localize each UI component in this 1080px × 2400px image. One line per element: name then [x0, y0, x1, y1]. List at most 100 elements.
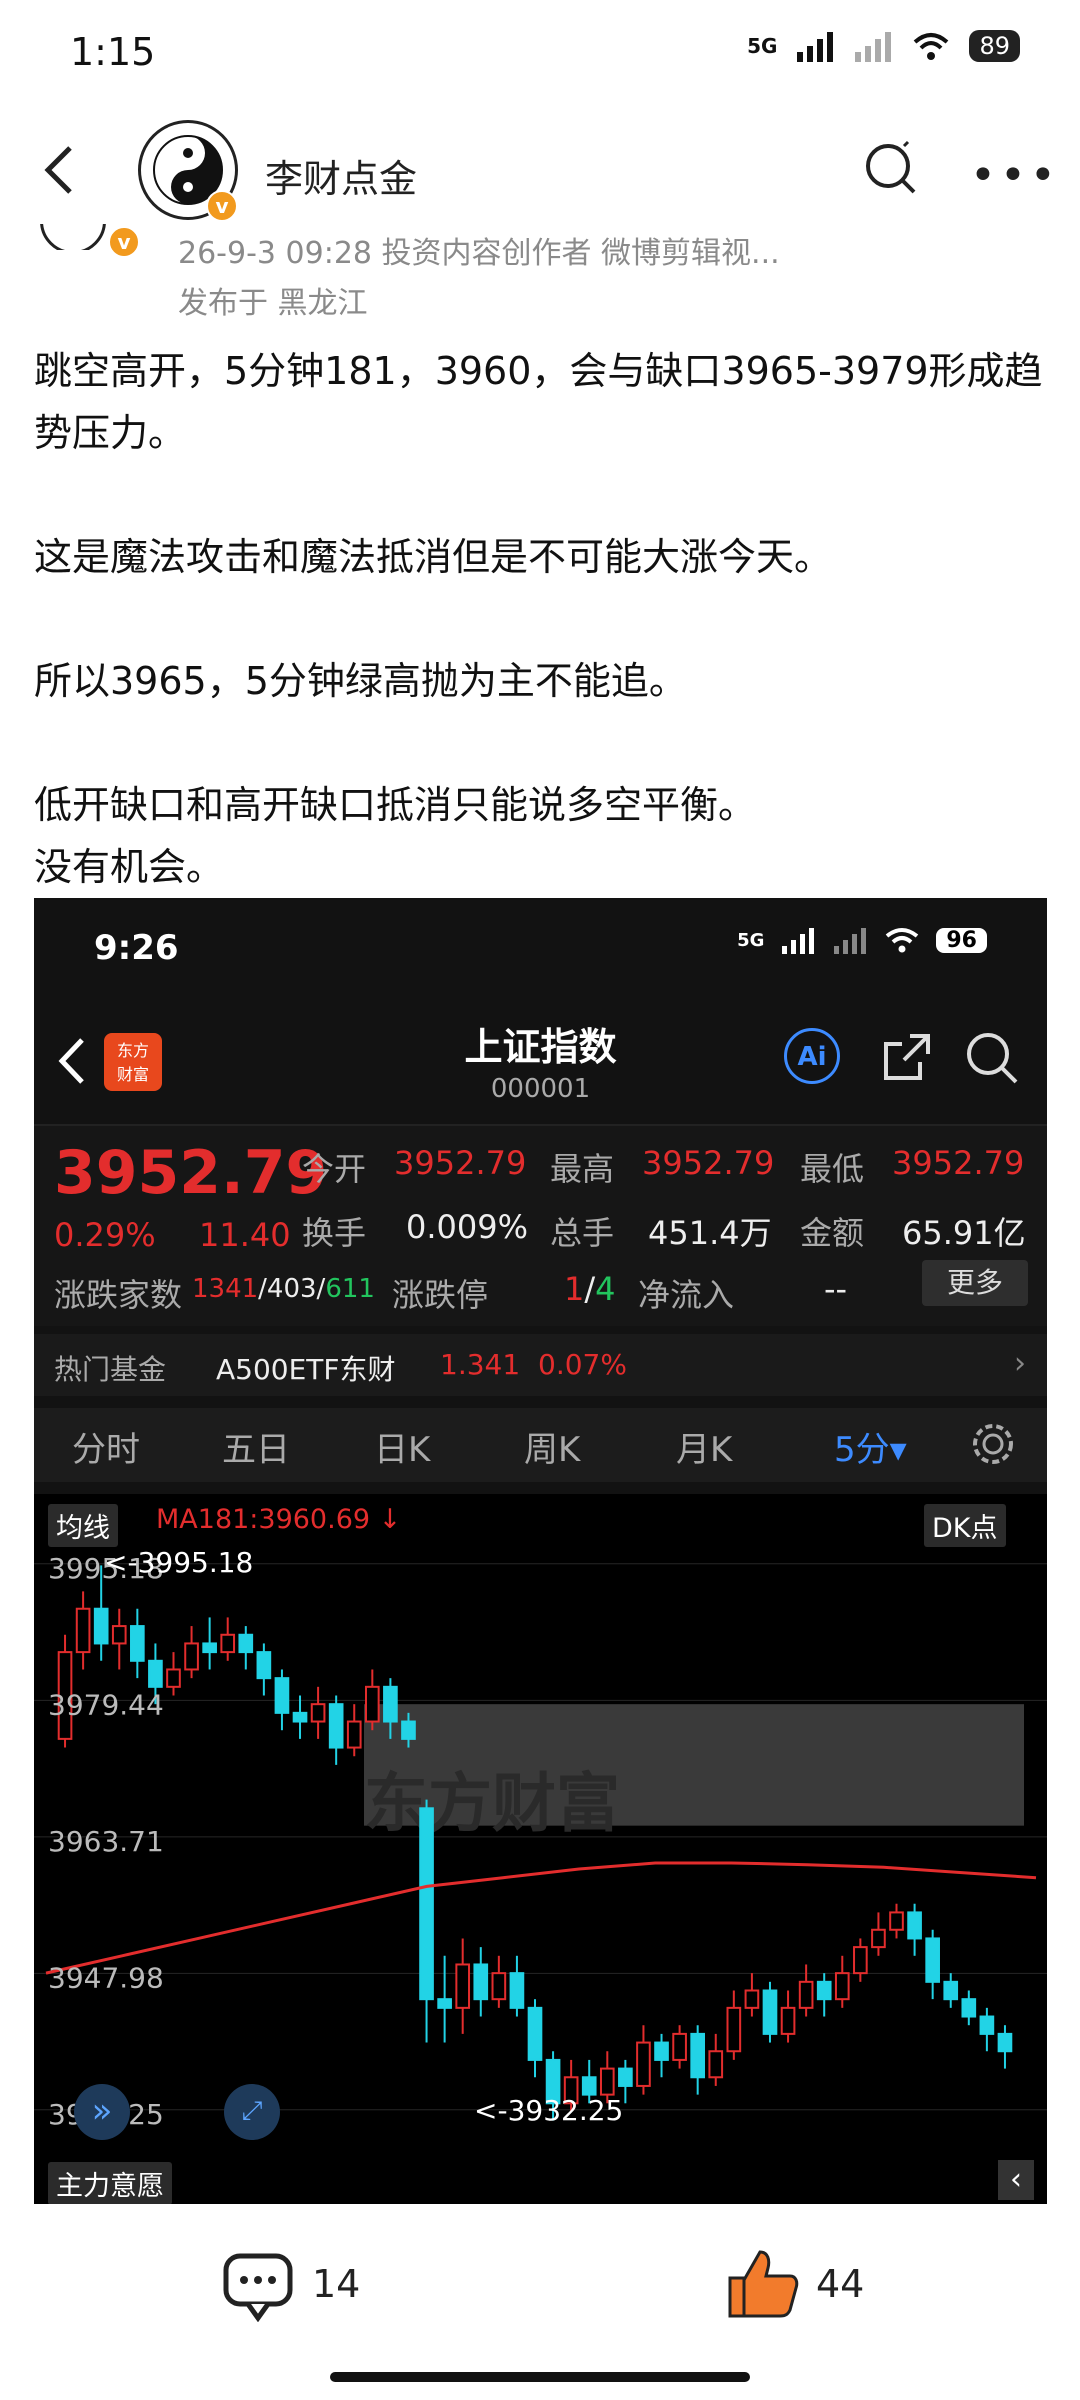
candle-body [726, 2006, 742, 2053]
tab-5min[interactable]: 5分▾ [834, 1422, 907, 1471]
signal-icon-2 [834, 928, 867, 954]
high-label: 最高 [550, 1150, 615, 1188]
verified-badge-icon: v [206, 190, 238, 222]
amount-value: 65.91亿 [902, 1214, 1026, 1252]
fund-name: A500ETF东财 [216, 1353, 396, 1386]
change-amount: 11.40 [199, 1216, 291, 1254]
tab-monthly[interactable]: 月K [676, 1422, 732, 1471]
candle-body [708, 2050, 724, 2079]
open-value: 3952.79 [394, 1144, 527, 1182]
expand-icon[interactable]: » [74, 2084, 130, 2140]
tab-weekly[interactable]: 周K [524, 1422, 580, 1471]
candle-body [346, 1720, 362, 1749]
netflow-value: -- [824, 1270, 848, 1308]
candle-body [184, 1642, 199, 1671]
search-icon[interactable] [862, 138, 922, 198]
candle-body [437, 1998, 452, 2009]
post-paragraph: 所以3965，5分钟绿高抛为主不能追。 [34, 659, 687, 703]
shot-status-time: 9:26 [94, 928, 179, 968]
indicator-select[interactable]: 主力意愿 [48, 2162, 172, 2204]
limit-separator: / [584, 1270, 596, 1308]
candle-body [455, 1963, 471, 2009]
candle-body [889, 1911, 904, 1931]
low-annotation: <-3932.25 [474, 2094, 623, 2127]
shot-status-icons: 5G 96 [737, 926, 987, 954]
shot-search-icon[interactable] [964, 1030, 1020, 1086]
turnover-label: 换手 [302, 1214, 367, 1252]
limit-up: 1 [564, 1270, 585, 1308]
open-label: 今开 [302, 1150, 367, 1188]
collapse-left-icon[interactable]: ‹ [998, 2160, 1034, 2200]
limit-down: 4 [595, 1270, 616, 1308]
thumbs-up-icon[interactable] [724, 2246, 800, 2320]
candle-body [762, 1989, 778, 2035]
settings-gear-icon[interactable] [969, 1420, 1017, 1468]
y-tick-label: 3963.71 [48, 1825, 164, 1858]
fullscreen-icon[interactable]: ⤢ [224, 2084, 280, 2140]
more-button[interactable]: 更多 [922, 1260, 1028, 1306]
ai-icon[interactable]: Ai [784, 1028, 840, 1084]
breadth-flat: /403/ [258, 1274, 326, 1304]
share-icon[interactable] [880, 1030, 934, 1084]
candle-body [853, 1946, 868, 1975]
candle-body [925, 1937, 940, 1983]
candle-body [383, 1685, 398, 1723]
post-paragraph: 低开缺口和高开缺口抵消只能说多空平衡。 [34, 783, 757, 827]
attached-screenshot[interactable]: 9:26 5G 96 东方财富 上证指数 000001 Ai 3952.79 0… [34, 898, 1047, 2204]
verified-badge-icon: v [108, 226, 140, 258]
candle-body [654, 2041, 669, 2061]
volume-value: 451.4万 [648, 1214, 772, 1252]
bottom-action-bar [0, 2204, 1080, 2400]
author-name[interactable]: 李财点金 [265, 148, 417, 203]
breadth-up: 1341 [192, 1274, 259, 1304]
signal-icon-2 [855, 32, 892, 62]
breadth-values: 1341/403/611 [192, 1274, 375, 1304]
candle-body [907, 1911, 922, 1940]
candle-body [202, 1642, 217, 1654]
turnover-value: 0.009% [406, 1208, 529, 1246]
fund-price: 1.341 [440, 1348, 521, 1381]
tab-five-day[interactable]: 五日 [222, 1422, 290, 1471]
breadth-label: 涨跌家数 [54, 1276, 183, 1314]
ma-readout: MA181:3960.69 ↓ [156, 1504, 402, 1535]
candle-body [527, 2006, 543, 2061]
candle-body [961, 1998, 977, 2018]
candle-body [871, 1928, 886, 1949]
meta-avatar [40, 224, 110, 250]
candle-body [75, 1607, 91, 1654]
ma181-line [45, 1861, 1037, 1975]
candle-body [148, 1659, 163, 1688]
like-count: 44 [816, 2262, 865, 2306]
change-percent: 0.29% [54, 1216, 156, 1254]
breadth-down: 611 [325, 1274, 375, 1304]
fund-percent: 0.07% [538, 1348, 627, 1381]
post-paragraph: 这是魔法攻击和魔法抵消但是不可能大涨今天。 [34, 535, 833, 579]
post-meta: 26-9-3 09:28 投资内容创作者 微博剪辑视... [178, 236, 780, 271]
back-arrow-icon[interactable] [32, 140, 92, 200]
candle-body [744, 1989, 760, 2009]
candle-body [364, 1685, 380, 1723]
candle-body [834, 1972, 850, 2001]
signal-icon [782, 928, 815, 954]
candle-body [111, 1625, 127, 1645]
fund-label: 热门基金 [54, 1353, 167, 1386]
candle-body [473, 1963, 489, 2001]
post-body: 跳空高开，5分钟181，3960，会与缺口3965-3979形成趋势压力。 这是… [34, 340, 1044, 898]
candle-body [672, 2032, 687, 2061]
watermark: 东方财富 [364, 1768, 620, 1842]
tab-daily[interactable]: 日K [374, 1422, 430, 1471]
high-annotation: <-3995.18 [104, 1546, 253, 1579]
candle-body [618, 2067, 633, 2087]
candle-body [816, 1980, 832, 2001]
candle-body [509, 1972, 525, 2009]
amount-label: 金额 [800, 1214, 865, 1252]
more-options-icon[interactable]: ••• [970, 150, 1060, 201]
home-indicator [330, 2372, 750, 2382]
tab-intraday[interactable]: 分时 [72, 1422, 140, 1471]
candle-body [798, 1980, 814, 2009]
candlestick-chart: 东方财富3995.183979.443963.713947.983932.25<… [34, 1546, 1047, 2131]
comment-icon[interactable] [222, 2252, 294, 2322]
candle-body [636, 2041, 651, 2087]
candle-body [292, 1711, 308, 1723]
y-tick-label: 3979.44 [48, 1688, 164, 1721]
